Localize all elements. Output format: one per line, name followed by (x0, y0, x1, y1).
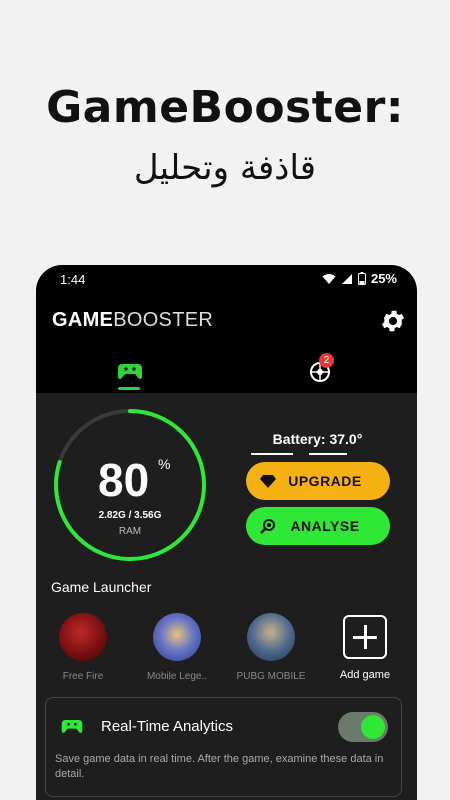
game-item-mobile-legends[interactable]: Mobile Lege.. (137, 613, 217, 682)
upgrade-label: UPGRADE (288, 473, 362, 489)
analytics-toggle[interactable] (338, 712, 388, 742)
app-logo: GAMEBOOSTER (52, 309, 213, 332)
game-name: Mobile Lege.. (146, 671, 208, 682)
signal-icon (341, 273, 352, 284)
game-item-free-fire[interactable]: Free Fire (43, 613, 123, 682)
battery-temperature: Battery: 37.0° (272, 431, 363, 447)
battery-indicator (251, 453, 293, 455)
battery-status: Battery: 37.0° (249, 423, 386, 455)
add-game-label: Add game (339, 669, 391, 681)
promo-subtitle: قاذفة وتحليل (133, 148, 317, 188)
free-fire-icon (59, 613, 107, 661)
wifi-icon (322, 273, 336, 284)
game-item-pubg-mobile[interactable]: PUBG MOBILE (231, 613, 311, 682)
logo-light: BOOSTER (113, 309, 214, 331)
game-name: Free Fire (62, 671, 104, 682)
toggle-knob (361, 715, 385, 739)
notification-badge: 2 (319, 353, 334, 368)
mobile-legends-icon (153, 613, 201, 661)
add-game-button[interactable]: Add game (325, 613, 405, 681)
analyse-label: ANALYSE (290, 518, 360, 534)
analytics-title: Real-Time Analytics (101, 718, 233, 735)
status-time: 1:44 (60, 272, 86, 287)
gear-icon[interactable] (379, 307, 407, 335)
phone-screen: 1:44 25% GAMEBOOSTER 2 80 % 2.82G / 3.56… (36, 265, 417, 800)
logo-bold: GAME (52, 309, 114, 331)
app-bar: GAMEBOOSTER 2 (36, 293, 417, 393)
ram-percent-sign: % (158, 456, 171, 472)
ram-label: RAM (118, 526, 142, 537)
battery-indicator (309, 453, 347, 455)
gamepad-icon (61, 720, 83, 733)
analytics-description: Save game data in real time. After the g… (55, 753, 384, 780)
pubg-mobile-icon (247, 613, 295, 661)
battery-percent: 25% (370, 271, 397, 286)
realtime-analytics-card: Real-Time Analytics Save game data in re… (45, 697, 402, 797)
main-content: 80 % 2.82G / 3.56G RAM Battery: 37.0° UP… (36, 393, 417, 800)
battery-icon (357, 272, 366, 285)
game-launcher-title: Game Launcher (51, 579, 152, 595)
ram-percent: 80 (98, 454, 150, 506)
active-tab-indicator (118, 387, 140, 390)
plus-icon (343, 615, 387, 659)
ram-usage: 2.82G / 3.56G (98, 510, 162, 521)
game-list: Free Fire Mobile Lege.. PUBG MOBILE Add … (36, 613, 417, 683)
upgrade-button[interactable]: UPGRADE (246, 462, 390, 500)
analyse-button[interactable]: ANALYSE (246, 507, 390, 545)
promo-title: GameBooster: (46, 82, 404, 133)
tab-game-launcher[interactable] (116, 357, 144, 385)
status-bar: 1:44 25% (36, 265, 417, 293)
game-name: PUBG MOBILE (236, 671, 306, 682)
